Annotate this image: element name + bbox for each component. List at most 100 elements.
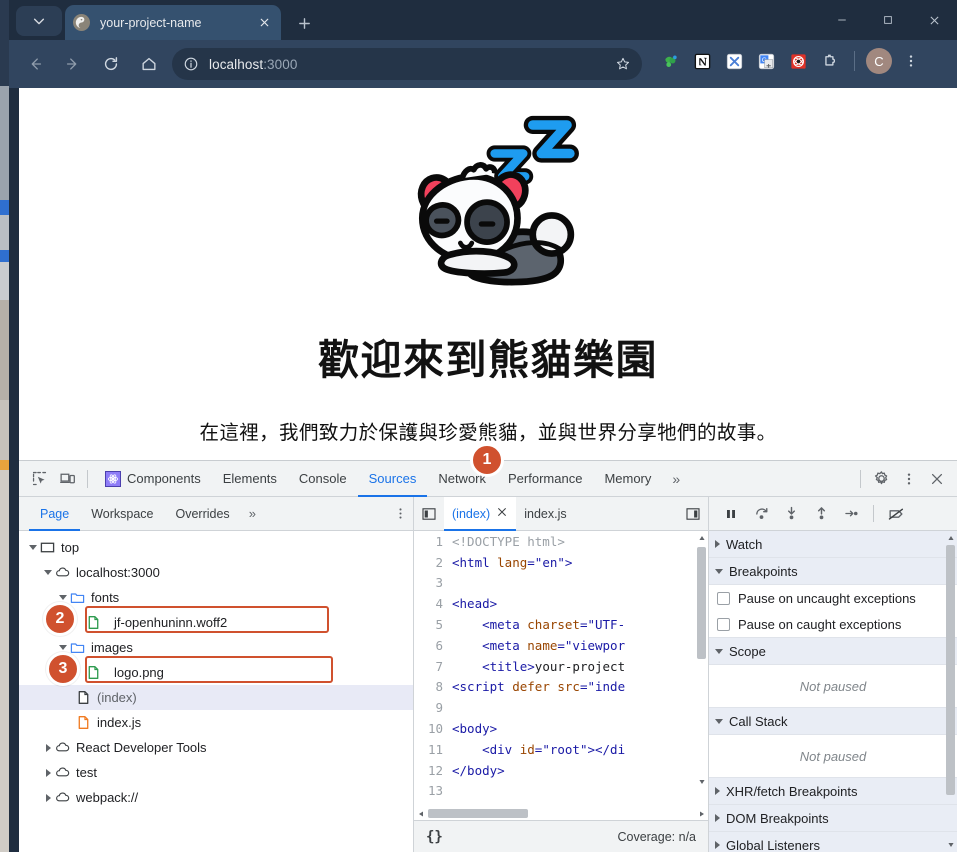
tree-item-images[interactable]: images [19, 635, 413, 660]
scroll-right-arrow-icon[interactable] [695, 807, 708, 820]
new-tab-button[interactable] [291, 10, 317, 36]
pause-caught-row[interactable]: Pause on caught exceptions [709, 611, 957, 637]
tab-sources[interactable]: Sources [358, 461, 428, 497]
tree-item-test[interactable]: test [19, 760, 413, 785]
devtools-menu-button[interactable] [895, 465, 923, 493]
nav-tab-page[interactable]: Page [29, 497, 80, 531]
tree-item-font-file[interactable]: jf-openhuninn.woff2 [19, 610, 413, 635]
pause-caught-checkbox[interactable] [717, 617, 730, 631]
address-bar[interactable]: localhost:3000 [172, 48, 642, 80]
editor-tab-indexjs[interactable]: index.js [516, 497, 574, 531]
nav-more-button[interactable]: » [241, 506, 262, 521]
tree-item-react-devtools[interactable]: React Developer Tools [19, 735, 413, 760]
red-extension-icon[interactable] [785, 48, 811, 74]
back-button[interactable] [19, 48, 51, 80]
maximize-button[interactable] [865, 0, 911, 40]
tree-item-fonts[interactable]: fonts [19, 585, 413, 610]
section-call-stack[interactable]: Call Stack [709, 708, 957, 735]
tab-close-icon[interactable] [255, 14, 273, 32]
extensions-puzzle-icon[interactable] [817, 48, 843, 74]
x-extension-icon[interactable] [721, 48, 747, 74]
tree-item-indexjs[interactable]: index.js [19, 710, 413, 735]
devtools-settings-button[interactable] [867, 465, 895, 493]
inspect-element-button[interactable] [25, 465, 53, 493]
editor-horizontal-scrollbar[interactable] [414, 807, 708, 820]
tree-item-top[interactable]: top [19, 535, 413, 560]
section-scope[interactable]: Scope [709, 638, 957, 665]
step-button[interactable] [837, 500, 865, 528]
editor-tab-close-icon[interactable] [496, 506, 508, 521]
profile-avatar[interactable]: C [866, 48, 892, 74]
scroll-down-arrow-icon[interactable] [695, 775, 708, 789]
site-info-icon[interactable] [182, 55, 200, 73]
deactivate-breakpoints-button[interactable] [882, 500, 910, 528]
minimize-button[interactable] [819, 0, 865, 40]
twisty-down-icon[interactable] [27, 545, 39, 550]
tab-console[interactable]: Console [288, 461, 358, 497]
tree-item-index[interactable]: (index) [19, 685, 413, 710]
pretty-print-button[interactable]: {} [426, 829, 443, 845]
twisty-right-icon[interactable] [42, 793, 54, 802]
twisty-down-icon[interactable] [42, 570, 54, 575]
tree-item-localhost[interactable]: localhost:3000 [19, 560, 413, 585]
sources-file-tree: top localhost:3000 fonts jf-openhuninn.w… [19, 531, 414, 852]
close-window-button[interactable] [911, 0, 957, 40]
home-button[interactable] [133, 48, 165, 80]
tab-memory[interactable]: Memory [593, 461, 662, 497]
tree-item-webpack[interactable]: webpack:// [19, 785, 413, 810]
scroll-down-arrow-icon[interactable] [944, 838, 957, 852]
step-out-button[interactable] [807, 500, 835, 528]
section-watch[interactable]: Watch [709, 531, 957, 558]
scroll-left-arrow-icon[interactable] [414, 807, 427, 820]
pause-resume-button[interactable] [717, 500, 745, 528]
line-number: 5 [435, 617, 443, 633]
browser-window: your-project-name localhost:3000 C 歡迎來到熊… [9, 0, 957, 852]
editor-tab-index[interactable]: (index) [444, 496, 517, 531]
scroll-up-arrow-icon[interactable] [695, 531, 708, 545]
scrollbar-thumb[interactable] [428, 809, 528, 818]
sleeping-panda-logo [417, 115, 579, 286]
tab-performance[interactable]: Performance [497, 461, 593, 497]
section-breakpoints[interactable]: Breakpoints [709, 558, 957, 585]
navigator-menu-button[interactable] [387, 506, 413, 521]
twisty-right-icon[interactable] [42, 768, 54, 777]
step-over-button[interactable] [747, 500, 775, 528]
pause-uncaught-checkbox[interactable] [717, 591, 730, 605]
device-toolbar-button[interactable] [53, 465, 81, 493]
twisty-right-icon[interactable] [42, 743, 54, 752]
scrollbar-thumb[interactable] [697, 547, 706, 659]
twisty-down-icon[interactable] [57, 595, 69, 600]
section-dom-breakpoints[interactable]: DOM Breakpoints [709, 805, 957, 832]
twisty-down-icon[interactable] [57, 645, 69, 650]
browser-tab[interactable]: your-project-name [65, 5, 281, 40]
section-xhr-breakpoints[interactable]: XHR/fetch Breakpoints [709, 778, 957, 805]
show-debugger-button[interactable] [678, 506, 708, 522]
reload-button[interactable] [95, 48, 127, 80]
forward-button[interactable] [57, 48, 89, 80]
scroll-up-arrow-icon[interactable] [944, 531, 957, 545]
browser-menu-button[interactable] [898, 48, 924, 74]
bookmark-star-icon[interactable] [614, 55, 632, 73]
pause-uncaught-row[interactable]: Pause on uncaught exceptions [709, 585, 957, 611]
editor-vertical-scrollbar[interactable] [695, 531, 708, 789]
devtools-panel: 1 Components Elements Console Sources Ne… [19, 443, 957, 852]
cloud-icon [54, 764, 71, 781]
more-tabs-button[interactable]: » [662, 471, 688, 487]
section-global-listeners[interactable]: Global Listeners [709, 832, 957, 852]
tab-search-button[interactable] [16, 6, 62, 36]
nav-tab-overrides[interactable]: Overrides [165, 497, 241, 531]
file-orange-icon [75, 714, 92, 731]
devtools-close-button[interactable] [923, 465, 951, 493]
step-into-button[interactable] [777, 500, 805, 528]
scrollbar-thumb[interactable] [946, 545, 955, 795]
notion-extension-icon[interactable] [689, 48, 715, 74]
debugger-scrollbar[interactable] [944, 531, 957, 852]
tab-elements[interactable]: Elements [212, 461, 288, 497]
tab-components[interactable]: Components [94, 461, 212, 497]
show-navigator-button[interactable] [414, 506, 444, 522]
code-content[interactable]: 1 <!DOCTYPE html> 2 <html lang="en"> 3 4 <h… [414, 531, 708, 807]
cloud-icon [54, 739, 71, 756]
google-translate-extension-icon[interactable]: G [753, 48, 779, 74]
nav-tab-workspace[interactable]: Workspace [80, 497, 164, 531]
evernote-extension-icon[interactable] [657, 48, 683, 74]
